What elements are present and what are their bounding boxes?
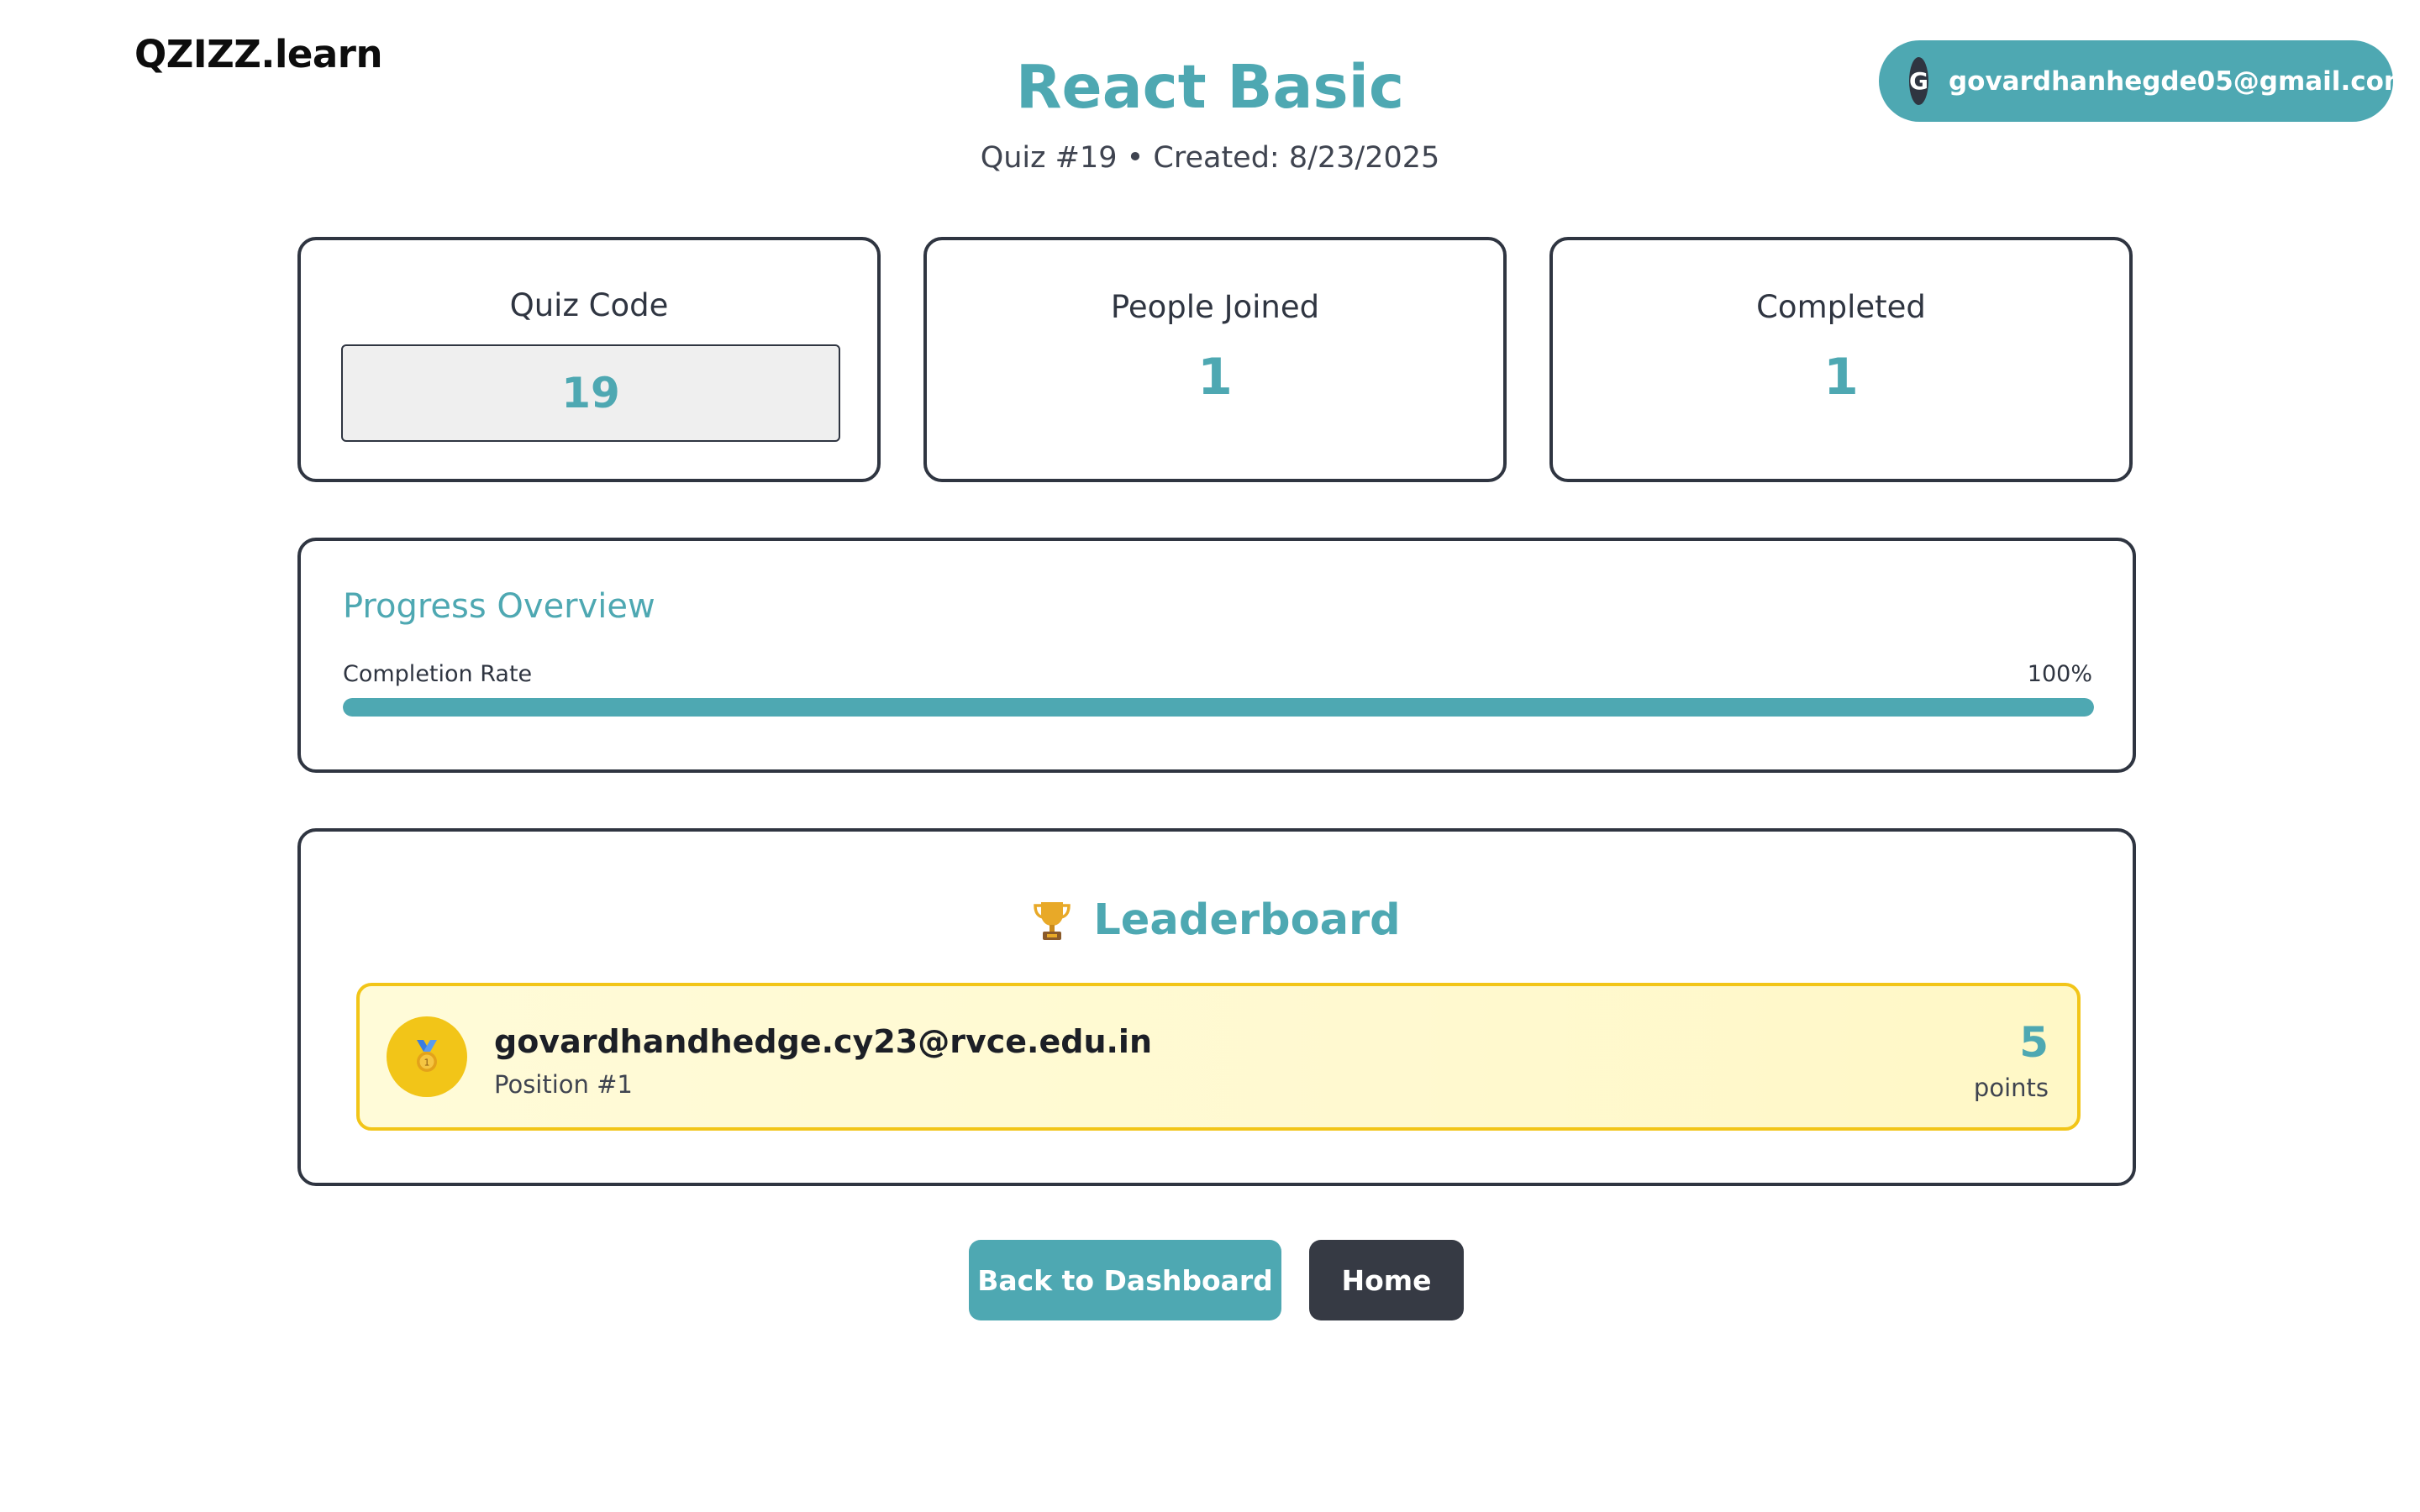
- completed-value: 1: [1823, 348, 1859, 407]
- completion-rate-label: Completion Rate: [343, 661, 533, 687]
- rank-badge: 1: [387, 1016, 467, 1097]
- quiz-results-page: QZIZZ.learn G govardhanhegde05@gmail.com…: [0, 0, 2420, 1512]
- quiz-code-card: Quiz Code 19: [297, 237, 881, 482]
- people-joined-label: People Joined: [1110, 289, 1320, 325]
- back-to-dashboard-button[interactable]: Back to Dashboard: [969, 1240, 1281, 1320]
- quiz-code-label: Quiz Code: [509, 287, 669, 323]
- completion-progress-fill: [343, 698, 2094, 717]
- people-joined-card: People Joined 1: [923, 237, 1507, 482]
- points-label: points: [1973, 1074, 2049, 1102]
- trophy-icon: [1034, 901, 1071, 940]
- completed-label: Completed: [1756, 289, 1926, 325]
- completion-rate-value: 100%: [2027, 661, 2092, 687]
- people-joined-value: 1: [1197, 348, 1233, 407]
- page-title: React Basic: [1015, 52, 1405, 122]
- leaderboard-title: Leaderboard: [1093, 895, 1401, 945]
- participant-score: 5: [2019, 1018, 2049, 1067]
- participant-email: govardhandhedge.cy23@rvce.edu.in: [494, 1023, 1153, 1060]
- medal-icon: 1: [417, 1040, 437, 1072]
- completion-progress-bar: [343, 698, 2094, 717]
- progress-overview-card: Progress Overview Completion Rate 100%: [297, 538, 2136, 773]
- leaderboard-row: 1 govardhandhedge.cy23@rvce.edu.in Posit…: [356, 983, 2081, 1131]
- completed-card: Completed 1: [1549, 237, 2133, 482]
- participant-position: Position #1: [494, 1070, 633, 1099]
- progress-title: Progress Overview: [343, 587, 655, 626]
- svg-text:1: 1: [424, 1058, 430, 1068]
- quiz-code-value[interactable]: 19: [341, 344, 840, 442]
- quiz-meta: Quiz #19 • Created: 8/23/2025: [980, 141, 1440, 175]
- leaderboard-card: Leaderboard 1 govardhandhedge.cy23@rvce.…: [297, 828, 2136, 1186]
- home-button[interactable]: Home: [1309, 1240, 1464, 1320]
- leaderboard-header: Leaderboard: [301, 895, 2133, 945]
